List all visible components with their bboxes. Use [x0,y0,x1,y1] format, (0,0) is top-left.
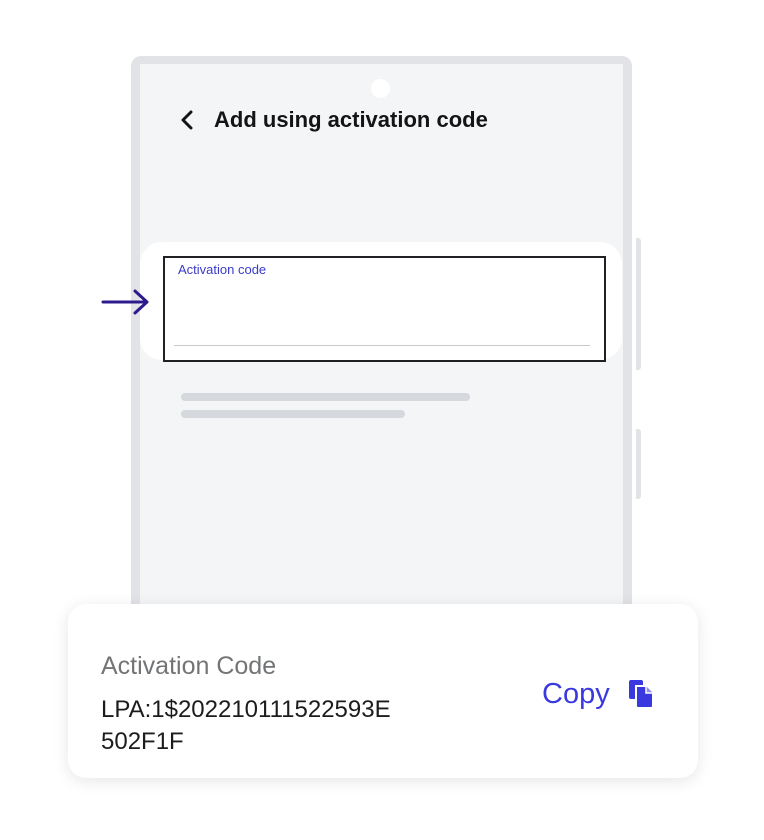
copy-icon [628,680,654,709]
placeholder-line [181,393,470,401]
copy-button[interactable]: Copy [542,672,654,716]
activation-code-label: Activation code [178,262,267,277]
side-button-volume [636,238,641,370]
phone-screen [140,64,623,664]
placeholder-line [181,410,405,418]
activation-code-value: LPA:1$202210111522593E 502F1F [101,694,461,758]
screen-header: Add using activation code [178,104,488,136]
chevron-left-icon[interactable] [178,110,196,130]
front-camera [371,79,390,98]
copy-button-label: Copy [542,677,610,710]
activation-code-line-1: LPA:1$202210111522593E [101,696,391,723]
input-underline [174,345,590,346]
side-button-power [636,429,641,499]
arrow-right-icon [101,289,149,315]
activation-code-line-2: 502F1F [101,728,184,755]
activation-code-heading: Activation Code [101,652,277,680]
page-title: Add using activation code [214,107,488,132]
